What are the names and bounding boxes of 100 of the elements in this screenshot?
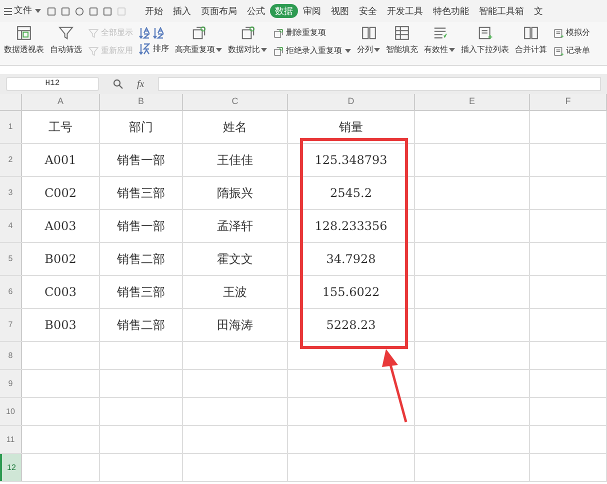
sort-ascending-icon[interactable] <box>139 27 150 39</box>
table-cell-text: 工号 <box>48 119 72 136</box>
ribbon-tab[interactable]: 开始 <box>140 4 168 18</box>
table-cell-text: 销售一部 <box>117 152 165 169</box>
lines-icon <box>432 25 448 41</box>
list-icon <box>477 25 493 41</box>
table-cell-text: 销售三部 <box>117 284 165 301</box>
column-header[interactable]: B <box>100 94 183 110</box>
table-cell-text: 田海涛 <box>217 317 253 334</box>
copy-icon <box>240 25 256 41</box>
row-header[interactable]: 1 <box>0 111 22 143</box>
ribbon-tab[interactable]: 特色功能 <box>428 4 474 18</box>
columns-icon <box>523 25 539 41</box>
ribbon-tab[interactable]: 文 <box>529 4 548 18</box>
table-cell-text: 部门 <box>129 119 153 136</box>
caret-icon <box>449 48 455 52</box>
menu-icon <box>4 8 12 14</box>
ribbon-button[interactable]: 高亮重复项 <box>175 25 222 56</box>
ribbon-button[interactable]: 合并计算 <box>515 25 547 56</box>
table-icon <box>16 25 32 41</box>
copy-icon <box>273 28 284 38</box>
column-header[interactable]: E <box>415 94 530 110</box>
ribbon-tab[interactable]: 开发工具 <box>382 4 428 18</box>
ribbon-button[interactable]: 插入下拉列表 <box>461 25 509 56</box>
ribbon-tab[interactable]: 页面布局 <box>196 4 242 18</box>
table-cell-text: 155.6022 <box>322 284 380 301</box>
ribbon-button[interactable]: 模拟分 <box>553 27 590 39</box>
ribbon-tab[interactable]: 公式 <box>242 4 270 18</box>
sort-button[interactable]: 排序 <box>153 43 169 55</box>
caret-icon <box>374 48 380 52</box>
table-cell-text: 霍文文 <box>217 251 253 268</box>
table-cell-text: 128.233356 <box>314 218 388 235</box>
table-cell-text: 王波 <box>223 284 247 301</box>
column-header[interactable]: F <box>530 94 607 110</box>
row-header[interactable]: 5 <box>0 243 22 275</box>
name-box[interactable]: H12 <box>6 77 99 91</box>
table-cell-text: B002 <box>44 251 76 268</box>
funnel-icon <box>58 25 74 41</box>
sort-icon[interactable] <box>153 27 164 39</box>
table-cell-text: 2545.2 <box>330 185 372 202</box>
table-cell-text: 姓名 <box>223 119 247 136</box>
row-header[interactable]: 10 <box>0 398 22 425</box>
ribbon-button[interactable]: 有效性 <box>424 25 455 56</box>
ribbon-button[interactable]: 智能填充 <box>386 25 418 56</box>
ribbon-button[interactable]: 数据透视表 <box>4 25 44 56</box>
grid-icon <box>394 25 410 41</box>
table-cell-text: 孟泽轩 <box>217 218 253 235</box>
table-cell-text: 5228.23 <box>326 317 376 334</box>
row-header[interactable]: 8 <box>0 342 22 369</box>
ribbon-button[interactable]: 拒绝录入重复项 <box>273 45 351 57</box>
table-cell-text: 王佳佳 <box>217 152 253 169</box>
column-header[interactable]: D <box>288 94 415 110</box>
caret-icon <box>261 48 267 52</box>
file-menu[interactable]: 文件 <box>4 4 41 18</box>
zoom-icon[interactable] <box>113 79 123 89</box>
copy-icon <box>273 46 284 56</box>
row-header[interactable]: 7 <box>0 309 22 341</box>
column-header[interactable]: C <box>183 94 288 110</box>
sort-descending-icon[interactable] <box>139 43 150 55</box>
ribbon-tab[interactable]: 插入 <box>168 4 196 18</box>
table-cell-text: B003 <box>44 317 76 334</box>
list-icon <box>553 28 564 38</box>
table-cell-text: 销量 <box>339 119 363 136</box>
ribbon-button[interactable]: 数据对比 <box>228 25 267 56</box>
columns-icon <box>360 25 376 41</box>
table-cell-text: 销售一部 <box>117 218 165 235</box>
list-icon <box>553 46 564 56</box>
ribbon-button[interactable]: 分列 <box>357 25 380 56</box>
table-cell-text: 销售二部 <box>117 317 165 334</box>
ribbon-tab[interactable]: 视图 <box>326 4 354 18</box>
row-header[interactable]: 9 <box>0 370 22 397</box>
table-cell-text: C003 <box>44 284 77 301</box>
formula-label: fx <box>137 78 144 92</box>
funnel-icon <box>88 28 99 38</box>
ribbon-button[interactable]: 记录单 <box>553 45 590 57</box>
row-header[interactable]: 6 <box>0 276 22 308</box>
row-header[interactable]: 3 <box>0 177 22 209</box>
ribbon-tab[interactable]: 安全 <box>354 4 382 18</box>
row-header[interactable]: 11 <box>0 426 22 453</box>
table-cell-text: 销售三部 <box>117 185 165 202</box>
row-header[interactable]: 2 <box>0 144 22 176</box>
funnel-icon <box>88 46 99 56</box>
copy-icon <box>190 25 206 41</box>
column-header[interactable]: A <box>22 94 100 110</box>
table-cell-text: C002 <box>44 185 77 202</box>
table-cell-text: 34.7928 <box>326 251 376 268</box>
ribbon-tab[interactable]: 数据 <box>270 4 298 18</box>
ribbon-tab[interactable]: 审阅 <box>298 4 326 18</box>
formula-input[interactable] <box>158 77 601 91</box>
table-cell-text: 销售二部 <box>117 251 165 268</box>
row-header[interactable]: 12 <box>0 454 22 481</box>
ribbon-button[interactable]: 自动筛选 <box>50 25 82 56</box>
caret-icon <box>35 9 41 13</box>
table-cell-text: 125.348793 <box>314 152 388 169</box>
row-header[interactable]: 4 <box>0 210 22 242</box>
caret-icon <box>345 49 351 53</box>
ribbon-tab[interactable]: 智能工具箱 <box>474 4 529 18</box>
table-cell-text: 隋振兴 <box>217 185 253 202</box>
table-cell-text: A003 <box>44 218 76 235</box>
ribbon-button[interactable]: 删除重复项 <box>273 27 351 39</box>
